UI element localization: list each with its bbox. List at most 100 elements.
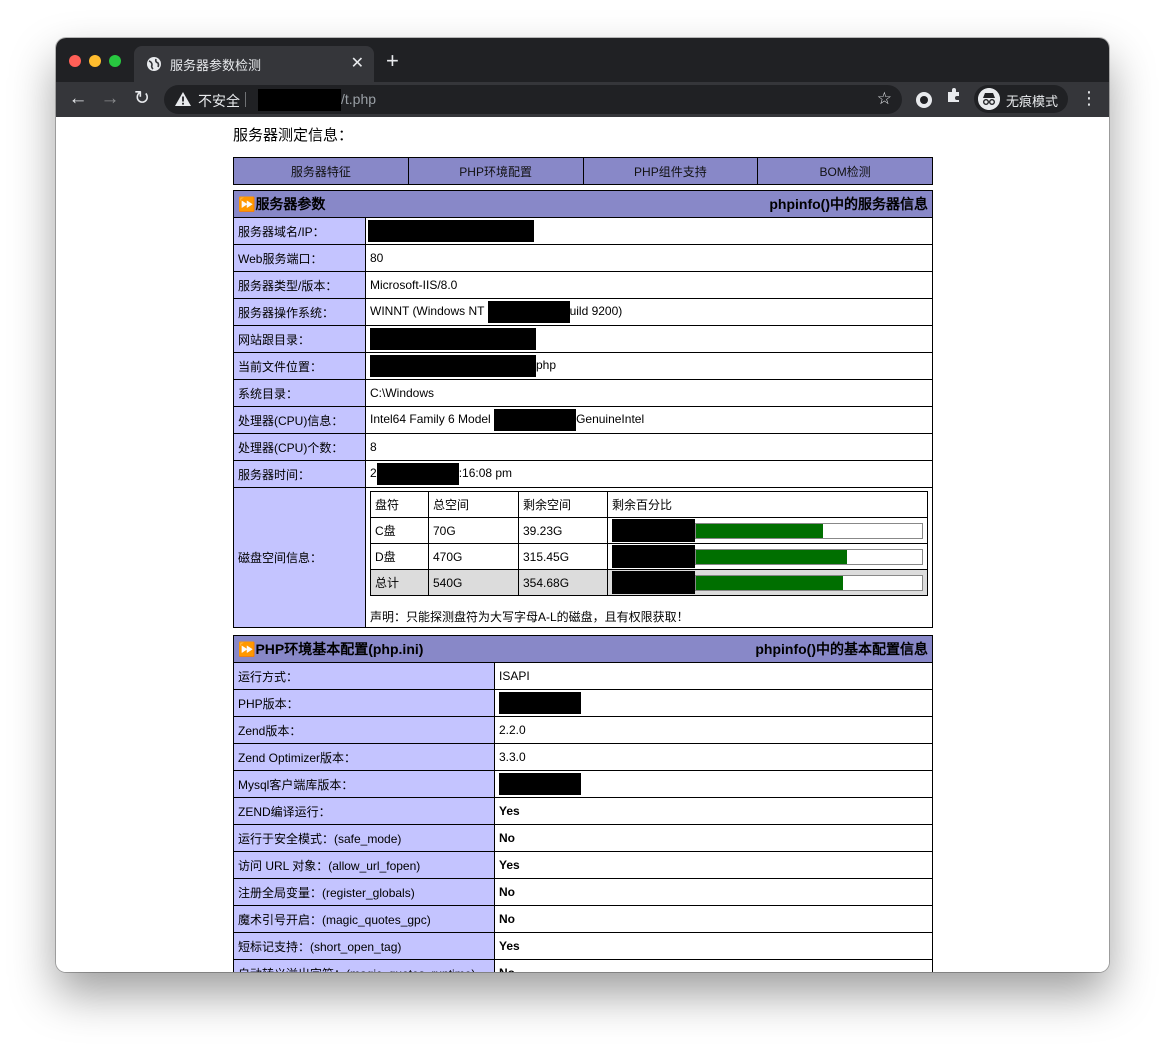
star-icon[interactable]: ☆: [877, 89, 892, 109]
row-value: 2.2.0: [494, 716, 933, 744]
maximize-window-button[interactable]: [109, 55, 121, 67]
server-section-right-title: phpinfo()中的服务器信息: [769, 196, 928, 212]
disk-total: 470G: [428, 543, 519, 570]
disk-drive: C盘: [370, 517, 429, 544]
row-value: WINNT (Windows NT uild 9200): [365, 298, 933, 326]
minimize-window-button[interactable]: [89, 55, 101, 67]
record-icon[interactable]: [916, 92, 932, 108]
redaction: [612, 545, 695, 568]
row-value: php: [365, 352, 933, 380]
table-row: 自动转义溢出字符：(magic_quotes_runtime) No: [233, 959, 933, 972]
status-value: Yes: [494, 932, 933, 960]
server-section-header-cell: ⏩服务器参数 phpinfo()中的服务器信息: [233, 190, 933, 218]
disk-header: 剩余空间: [518, 491, 608, 518]
table-row: 网站跟目录：: [233, 325, 933, 353]
row-value: C:\Windows: [365, 379, 933, 407]
disk-total: 70G: [428, 517, 519, 544]
page-viewport: 服务器测定信息： 服务器特征 PHP环境配置 PHP组件支持 BOM检测 ⏩服务…: [56, 117, 1109, 972]
value-suffix: :16:08 pm: [458, 466, 513, 481]
row-label: 短标记支持：(short_open_tag): [233, 932, 495, 960]
table-row: 运行方式： ISAPI: [233, 662, 933, 690]
disk-free: 39.23G: [518, 517, 608, 544]
table-row: ZEND编译运行： Yes: [233, 797, 933, 825]
puzzle-icon[interactable]: [946, 87, 962, 108]
value-suffix: GenuineIntel: [576, 412, 645, 427]
forward-button[interactable]: →: [97, 86, 123, 112]
url-text[interactable]: /t.php: [341, 91, 376, 107]
disk-progress-fill: [696, 524, 823, 538]
value-prefix: 2: [370, 466, 377, 481]
value-suffix: php: [536, 358, 557, 373]
php-config-table: ⏩PHP环境基本配置(php.ini) phpinfo()中的基本配置信息 运行…: [233, 635, 933, 972]
value-prefix: WINNT (Windows NT: [370, 304, 488, 319]
menu-icon[interactable]: ⋮: [1080, 87, 1098, 109]
new-tab-button[interactable]: +: [386, 47, 399, 75]
table-row: 处理器(CPU)个数： 8: [233, 433, 933, 461]
nav-php-config[interactable]: PHP环境配置: [407, 157, 584, 185]
row-label: Web服务端口：: [233, 244, 366, 272]
row-label: Mysql客户端库版本：: [233, 770, 495, 798]
active-tab[interactable]: 服务器参数检测 ✕: [134, 46, 374, 82]
browser-toolbar: ← → ↻ 不安全 /t.php ☆ 无痕模式 ⋮: [56, 82, 1109, 117]
back-button[interactable]: ←: [65, 86, 91, 112]
row-label: 运行于安全模式：(safe_mode): [233, 824, 495, 852]
redaction: [368, 220, 534, 242]
nav-php-components[interactable]: PHP组件支持: [582, 157, 759, 185]
row-label: 服务器域名/IP：: [233, 217, 366, 245]
section-nav: 服务器特征 PHP环境配置 PHP组件支持 BOM检测: [233, 157, 933, 185]
row-value: [494, 689, 933, 717]
disk-total: 540G: [428, 569, 519, 596]
row-value: 2 :16:08 pm: [365, 460, 933, 488]
table-row: Web服务端口： 80: [233, 244, 933, 272]
browser-window: 服务器参数检测 ✕ + ← → ↻ 不安全 /t.php ☆ 无痕模式 ⋮ 服务…: [56, 38, 1109, 972]
warning-icon[interactable]: [175, 92, 191, 106]
value-suffix: uild 9200): [569, 304, 623, 319]
address-bar[interactable]: 不安全 /t.php ☆: [164, 85, 902, 114]
disk-free: 354.68G: [518, 569, 608, 596]
table-row: PHP版本：: [233, 689, 933, 717]
disk-percent-cell: [607, 517, 928, 544]
row-label: 访问 URL 对象：(allow_url_fopen): [233, 851, 495, 879]
table-row: Zend Optimizer版本： 3.3.0: [233, 743, 933, 771]
disk-progress-bar: [695, 549, 923, 565]
security-label[interactable]: 不安全: [198, 91, 240, 111]
table-row: 系统目录： C:\Windows: [233, 379, 933, 407]
reload-button[interactable]: ↻: [129, 86, 155, 112]
disk-row-c: C盘 70G 39.23G: [370, 517, 928, 544]
table-row: 访问 URL 对象：(allow_url_fopen) Yes: [233, 851, 933, 879]
puzzle-icon-glyph: [948, 88, 959, 102]
server-section-header: ⏩服务器参数 phpinfo()中的服务器信息: [233, 190, 933, 218]
row-label: 磁盘空间信息：: [233, 487, 366, 628]
redaction: [499, 692, 581, 714]
row-label: 网站跟目录：: [233, 325, 366, 353]
server-section-title: 服务器参数: [255, 196, 326, 212]
incognito-badge[interactable]: 无痕模式: [974, 85, 1068, 113]
status-value: Yes: [494, 851, 933, 879]
status-value: No: [494, 824, 933, 852]
table-row: Mysql客户端库版本：: [233, 770, 933, 798]
incognito-label: 无痕模式: [1006, 94, 1059, 109]
row-label: PHP版本：: [233, 689, 495, 717]
disk-free: 315.45G: [518, 543, 608, 570]
nav-server-features[interactable]: 服务器特征: [233, 157, 409, 185]
disk-header: 盘符: [370, 491, 429, 518]
tab-title: 服务器参数检测: [170, 58, 262, 73]
table-row: 服务器类型/版本： Microsoft-IIS/8.0: [233, 271, 933, 299]
nav-bom-check[interactable]: BOM检测: [757, 157, 933, 185]
disk-note: 声明：只能探测盘符为大写字母A-L的磁盘，且有权限获取！: [370, 610, 689, 624]
close-window-button[interactable]: [69, 55, 81, 67]
row-value: Microsoft-IIS/8.0: [365, 271, 933, 299]
close-tab-icon[interactable]: ✕: [351, 53, 364, 73]
redaction: [370, 355, 536, 377]
row-value: 3.3.0: [494, 743, 933, 771]
row-label: 服务器类型/版本：: [233, 271, 366, 299]
status-value: No: [494, 959, 933, 972]
table-row: 短标记支持：(short_open_tag) Yes: [233, 932, 933, 960]
redaction: [499, 773, 581, 795]
disk-drive: D盘: [370, 543, 429, 570]
row-label: 服务器操作系统：: [233, 298, 366, 326]
table-row: 处理器(CPU)信息： Intel64 Family 6 Model Genui…: [233, 406, 933, 434]
table-row: 注册全局变量：(register_globals) No: [233, 878, 933, 906]
status-value: No: [494, 905, 933, 933]
redaction: [494, 409, 577, 431]
